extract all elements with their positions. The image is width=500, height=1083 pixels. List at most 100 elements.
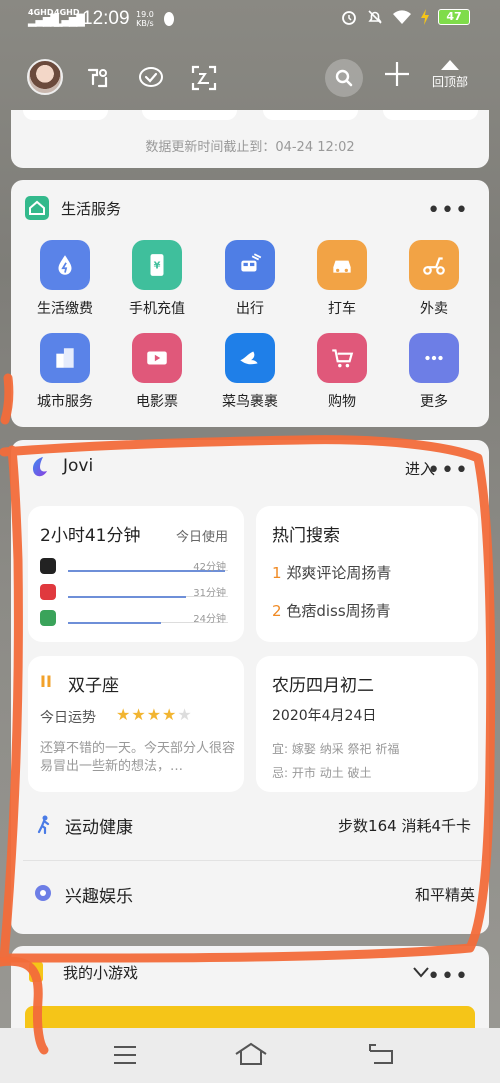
auspicious-row: 宜: 嫁娶 纳采 祭祀 祈福 [272, 740, 399, 757]
calendar-panel[interactable]: 农历四月初二 2020年4月24日 宜: 嫁娶 纳采 祭祀 祈福 忌: 开市 动… [256, 656, 478, 792]
network-speed: 19.0 KB/s [136, 10, 154, 28]
jovi-logo-icon [33, 457, 47, 477]
service-phone-yuan[interactable]: ¥ 手机充值 [117, 240, 197, 318]
ji-text: 开市 动土 破土 [291, 766, 372, 780]
usage-row: 24分钟 [40, 610, 228, 628]
service-car[interactable]: 打车 [302, 240, 382, 318]
service-cart[interactable]: 购物 [302, 333, 382, 411]
usage-row: 31分钟 [40, 584, 228, 602]
hot-search-item[interactable]: 1 郑爽评论周扬青 [272, 562, 391, 583]
data-summary-card: 数据更新时间截止到：04-24 12:02 [11, 110, 489, 168]
svg-text:¥: ¥ [154, 260, 161, 271]
star-filled-icon: ★ [162, 705, 178, 724]
service-label: 更多 [420, 394, 448, 410]
star-filled-icon: ★ [146, 705, 163, 724]
buildings-icon [40, 333, 90, 383]
charging-icon [421, 9, 429, 25]
navigation-bar [0, 1028, 500, 1083]
avatar[interactable] [27, 59, 63, 95]
phone-yuan-icon: ¥ [132, 240, 182, 290]
star-filled-icon: ★ [131, 705, 147, 724]
usage-row: 42分钟 [40, 558, 228, 576]
usage-total: 2小时41分钟 [40, 526, 141, 546]
speed-unit: KB/s [136, 19, 154, 28]
jovi-title: Jovi [63, 456, 94, 476]
back-to-top-label: 回顶部 [431, 75, 468, 89]
service-more[interactable]: 更多 [394, 333, 474, 411]
search-icon [335, 69, 353, 87]
ji-label: 忌: [272, 766, 289, 780]
service-label: 菜鸟裹裹 [222, 394, 278, 410]
qq-icon [40, 558, 56, 574]
wechat-icon [40, 610, 56, 626]
service-buildings[interactable]: 城市服务 [25, 333, 105, 411]
qq-penguin-icon [164, 12, 174, 26]
usage-label: 今日使用 [175, 530, 228, 545]
mute-bell-icon [368, 10, 382, 24]
sports-value: 步数164 消耗4千卡 [338, 817, 471, 835]
lunar-date: 农历四月初二 [272, 676, 374, 696]
horoscope-panel[interactable]: II 双子座 今日运势 ★★★★★ 还算不错的一天。今天部分人很容易冒出一些新的… [28, 656, 244, 792]
clock: 12:09 [82, 8, 130, 29]
running-icon [37, 815, 50, 834]
scan-code-icon[interactable] [84, 64, 112, 92]
cainiao-bird-icon [225, 333, 275, 383]
signal-icon: ▂▄▆█ [54, 14, 85, 27]
jovi-more-button[interactable]: ••• [427, 460, 469, 482]
service-label: 出行 [236, 301, 264, 317]
mini-games-card: 我的小游戏 ••• [11, 946, 489, 1028]
add-button[interactable] [382, 59, 412, 95]
menu-icon[interactable] [113, 1045, 137, 1065]
sports-health-row[interactable]: 运动健康 步数164 消耗4千卡 [33, 812, 489, 862]
yi-label: 宜: [272, 742, 289, 756]
top-toolbar: 回顶部 [0, 56, 500, 100]
inauspicious-row: 忌: 开市 动土 破土 [272, 764, 372, 781]
controller-icon [35, 885, 51, 901]
cart-icon [317, 333, 367, 383]
fortune-label: 今日运势 [40, 710, 96, 726]
back-icon[interactable] [368, 1043, 394, 1065]
scan-icon[interactable] [190, 64, 218, 92]
star-empty-icon: ★ [177, 705, 193, 724]
rank-number: 1 [272, 564, 282, 582]
water-drop-icon [40, 240, 90, 290]
wifi-icon [393, 10, 411, 24]
triangle-up-icon [441, 60, 459, 70]
game-icon [29, 962, 43, 982]
wps-icon [40, 584, 56, 600]
zodiac-sign: 双子座 [68, 676, 119, 696]
service-scooter[interactable]: 外卖 [394, 240, 474, 318]
battery-indicator: 47 [438, 9, 470, 25]
screen-time-panel[interactable]: 2小时41分钟 今日使用 42分钟 31分钟 24分钟 [28, 506, 244, 642]
card-stub [23, 110, 108, 120]
car-icon [317, 240, 367, 290]
hot-search-panel[interactable]: 热门搜索 1 郑爽评论周扬青 2 色痞diss周扬青 [256, 506, 478, 642]
back-to-top-button[interactable]: 回顶部 [428, 60, 472, 90]
service-cainiao-bird[interactable]: 菜鸟裹裹 [210, 333, 290, 411]
gemini-icon: II [40, 672, 52, 691]
service-label: 电影票 [136, 394, 178, 410]
entertainment-value: 和平精英 [414, 886, 475, 904]
life-services-card: 生活服务 ••• 生活缴费 ¥ 手机充值 出行 打车 外卖 城市服务 电影票 菜鸟裹裹 购物 更多 [11, 180, 489, 427]
search-button[interactable] [325, 59, 363, 97]
usage-time: 24分钟 [193, 614, 226, 625]
status-bar: 4GHD ▂▄▆█ 4GHD ▂▄▆█ 12:09 19.0 KB/s 47 [0, 0, 500, 38]
more-icon [409, 333, 459, 383]
usage-bar [68, 596, 187, 598]
entertainment-row[interactable]: 兴趣娱乐 和平精英 [33, 881, 489, 931]
service-water-drop[interactable]: 生活缴费 [25, 240, 105, 318]
service-train[interactable]: 出行 [210, 240, 290, 318]
mini-games-more-button[interactable]: ••• [427, 966, 469, 988]
check-chat-icon[interactable] [137, 64, 165, 92]
train-icon [225, 240, 275, 290]
hot-search-item[interactable]: 2 色痞diss周扬青 [272, 600, 391, 621]
game-banner[interactable] [25, 1006, 475, 1028]
service-ticket[interactable]: 电影票 [117, 333, 197, 411]
scooter-icon [409, 240, 459, 290]
usage-time: 31分钟 [193, 588, 226, 599]
home-nav-icon[interactable] [234, 1042, 268, 1066]
status-icons: 47 [340, 8, 470, 26]
service-label: 手机充值 [129, 301, 185, 317]
sports-label: 运动健康 [65, 818, 133, 838]
more-options-button[interactable]: ••• [427, 200, 469, 222]
